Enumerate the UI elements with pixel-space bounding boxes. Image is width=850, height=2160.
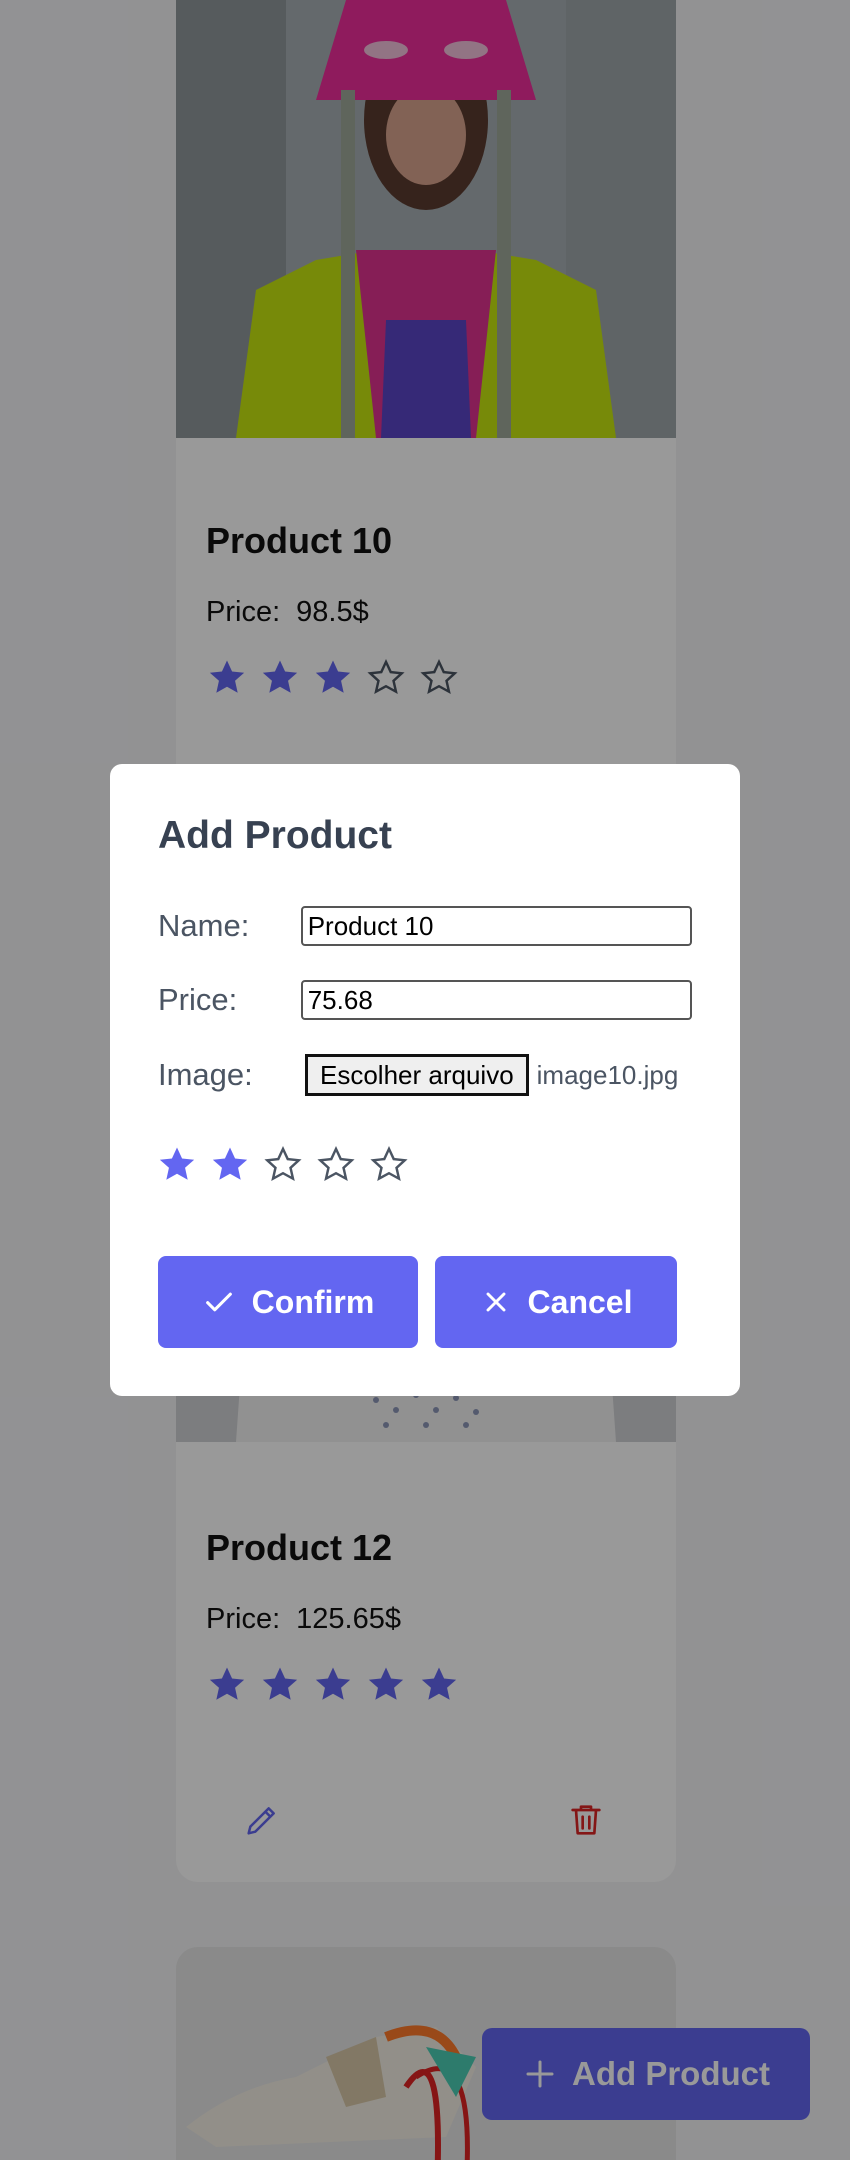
confirm-button[interactable]: Confirm: [158, 1256, 418, 1348]
star-empty-icon[interactable]: [315, 1144, 357, 1186]
name-input[interactable]: [300, 906, 692, 946]
close-icon: [486, 1292, 505, 1312]
choose-file-button[interactable]: Escolher arquivo: [305, 1054, 529, 1096]
star-filled-icon[interactable]: [156, 1144, 198, 1186]
image-label: Image:: [158, 1057, 253, 1092]
cancel-label: Cancel: [527, 1283, 633, 1320]
price-label: Price:: [158, 982, 238, 1017]
modal-title: Add Product: [158, 814, 392, 857]
price-input[interactable]: [300, 980, 692, 1020]
add-product-modal: Add Product Name: Price: Image: Escolher…: [110, 764, 740, 1396]
rating-input: [156, 1144, 410, 1186]
check-icon: [205, 1292, 232, 1312]
file-name: image10.jpg: [536, 1059, 679, 1090]
star-empty-icon[interactable]: [262, 1144, 304, 1186]
star-empty-icon[interactable]: [368, 1144, 410, 1186]
cancel-button[interactable]: Cancel: [435, 1256, 677, 1348]
confirm-label: Confirm: [251, 1283, 375, 1320]
name-label: Name:: [158, 908, 250, 943]
star-filled-icon[interactable]: [209, 1144, 251, 1186]
